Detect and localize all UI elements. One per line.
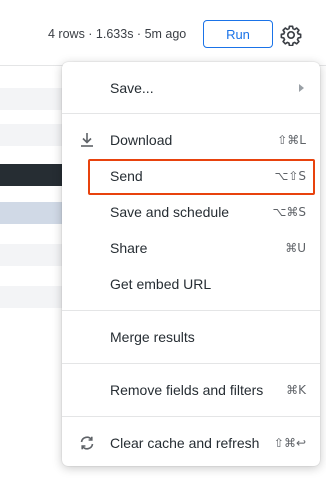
menu-item-label: Share xyxy=(110,240,148,256)
run-button[interactable]: Run xyxy=(203,20,273,48)
table-row xyxy=(0,202,70,224)
menu-divider xyxy=(62,363,320,364)
gear-menu: Save... Download ⇧⌘L Send ⌥⇧S Save and s… xyxy=(62,62,320,466)
results-toolbar: 4 rows · 1.633s · 5m ago Run xyxy=(0,0,326,66)
query-status: 4 rows · 1.633s · 5m ago xyxy=(48,27,187,41)
menu-item-label: Save and schedule xyxy=(110,204,230,220)
menu-item-download[interactable]: Download ⇧⌘L xyxy=(62,122,320,158)
menu-item-label: Clear cache and refresh xyxy=(110,435,260,451)
menu-divider xyxy=(62,310,320,311)
menu-item-label: Remove fields and filters xyxy=(110,382,264,398)
gear-icon[interactable] xyxy=(280,24,302,46)
shortcut-label: ⌘U xyxy=(285,241,306,255)
refresh-icon xyxy=(80,436,94,450)
menu-item-label: Merge results xyxy=(110,329,195,345)
shortcut-label: ⇧⌘↩ xyxy=(273,436,306,450)
menu-item-label: Send xyxy=(110,168,143,184)
menu-item-save[interactable]: Save... xyxy=(62,70,320,106)
menu-item-clear-cache-and-refresh[interactable]: Clear cache and refresh ⇧⌘↩ xyxy=(62,425,320,461)
table-row xyxy=(0,124,70,146)
menu-item-label: Get embed URL xyxy=(110,276,212,292)
table-row xyxy=(0,244,70,266)
shortcut-label: ⇧⌘L xyxy=(277,133,306,147)
menu-item-merge-results[interactable]: Merge results xyxy=(62,319,320,355)
submenu-arrow-icon xyxy=(299,84,304,92)
menu-divider xyxy=(62,416,320,417)
shortcut-label: ⌘K xyxy=(286,383,306,397)
menu-item-label: Save... xyxy=(110,80,154,96)
download-icon xyxy=(81,133,93,147)
menu-item-send[interactable]: Send ⌥⇧S xyxy=(62,158,320,194)
table-row xyxy=(0,164,70,186)
table-row xyxy=(0,286,70,308)
table-row xyxy=(0,88,70,110)
shortcut-label: ⌥⌘S xyxy=(272,205,306,219)
menu-item-share[interactable]: Share ⌘U xyxy=(62,230,320,266)
shortcut-label: ⌥⇧S xyxy=(274,169,307,183)
menu-item-remove-fields-and-filters[interactable]: Remove fields and filters ⌘K xyxy=(62,372,320,408)
menu-divider xyxy=(62,113,320,114)
menu-item-get-embed-url[interactable]: Get embed URL xyxy=(62,266,320,302)
menu-item-save-and-schedule[interactable]: Save and schedule ⌥⌘S xyxy=(62,194,320,230)
menu-item-label: Download xyxy=(110,132,173,148)
